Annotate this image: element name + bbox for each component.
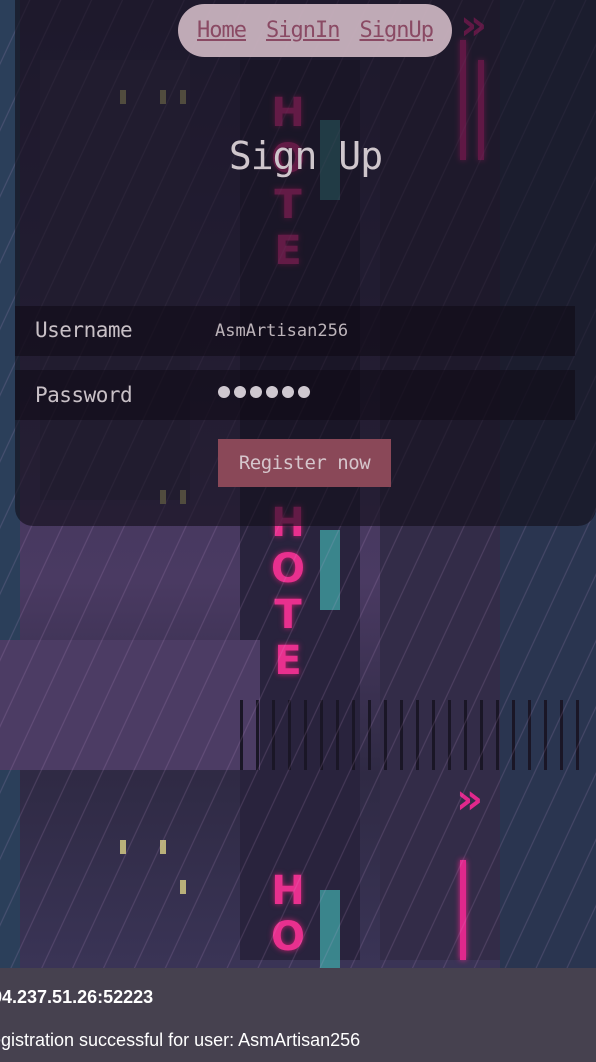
signup-panel: Sign Up Username Password Register now	[15, 0, 596, 526]
password-mask-dot	[250, 386, 262, 398]
username-field[interactable]	[215, 311, 575, 351]
password-field[interactable]	[218, 386, 310, 398]
password-mask-dot	[282, 386, 294, 398]
password-label: Password	[35, 383, 133, 407]
password-mask-dot	[298, 386, 310, 398]
username-label: Username	[35, 318, 133, 342]
password-mask-dot	[266, 386, 278, 398]
page-title: Sign Up	[228, 134, 383, 178]
nav-link-signin[interactable]: SignIn	[266, 18, 340, 43]
status-message: egistration successful for user: AsmArti…	[0, 1030, 361, 1050]
nav-link-home[interactable]: Home	[197, 18, 247, 43]
server-address: 94.237.51.26:52223	[0, 987, 154, 1007]
register-button[interactable]: Register now	[218, 439, 391, 487]
top-nav: Home SignIn SignUp	[178, 4, 452, 57]
password-mask-dot	[218, 386, 230, 398]
password-mask-dot	[234, 386, 246, 398]
status-footer: 94.237.51.26:52223 egistration successfu…	[0, 968, 596, 1062]
nav-link-signup[interactable]: SignUp	[359, 18, 433, 43]
